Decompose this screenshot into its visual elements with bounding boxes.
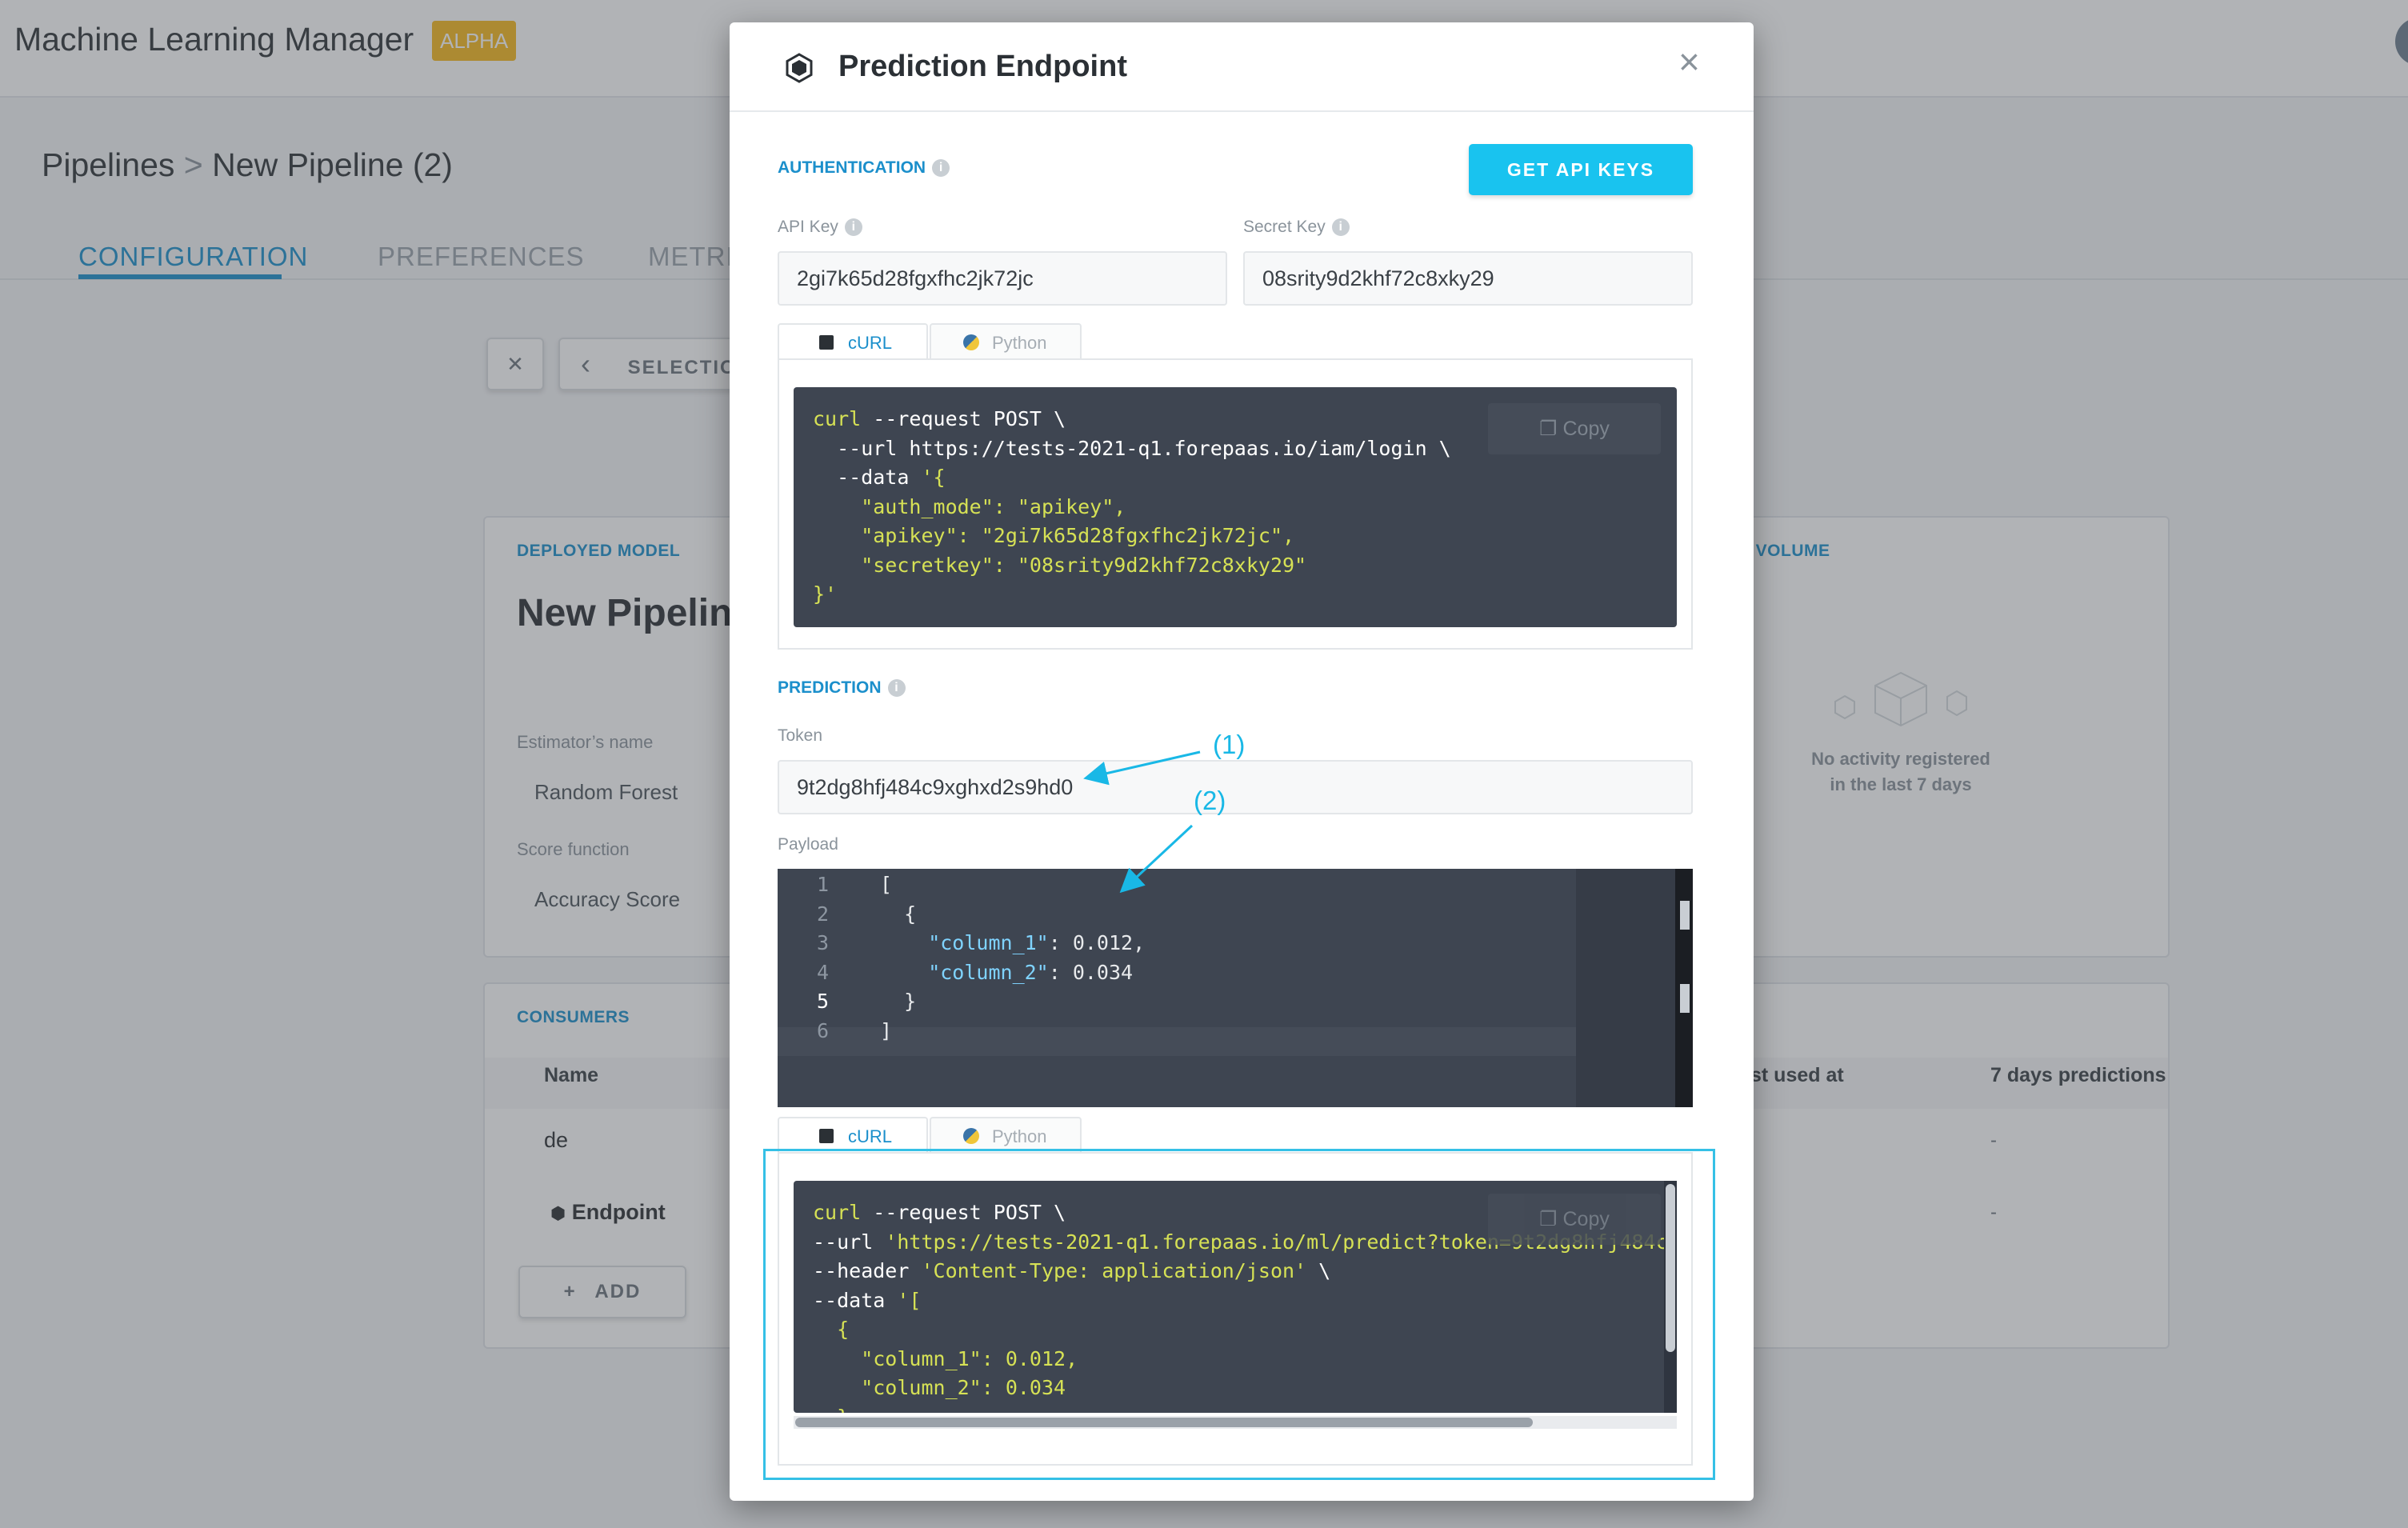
prediction-endpoint-modal: Prediction Endpoint × AUTHENTICATION i GE… <box>730 22 1754 1501</box>
arrow-2-icon <box>1119 824 1194 894</box>
arrow-1-icon <box>1083 750 1201 786</box>
annotation-2: (2) <box>1194 786 1226 815</box>
annotation-1: (1) <box>1213 730 1246 759</box>
annotation-arrows <box>1083 750 1201 894</box>
